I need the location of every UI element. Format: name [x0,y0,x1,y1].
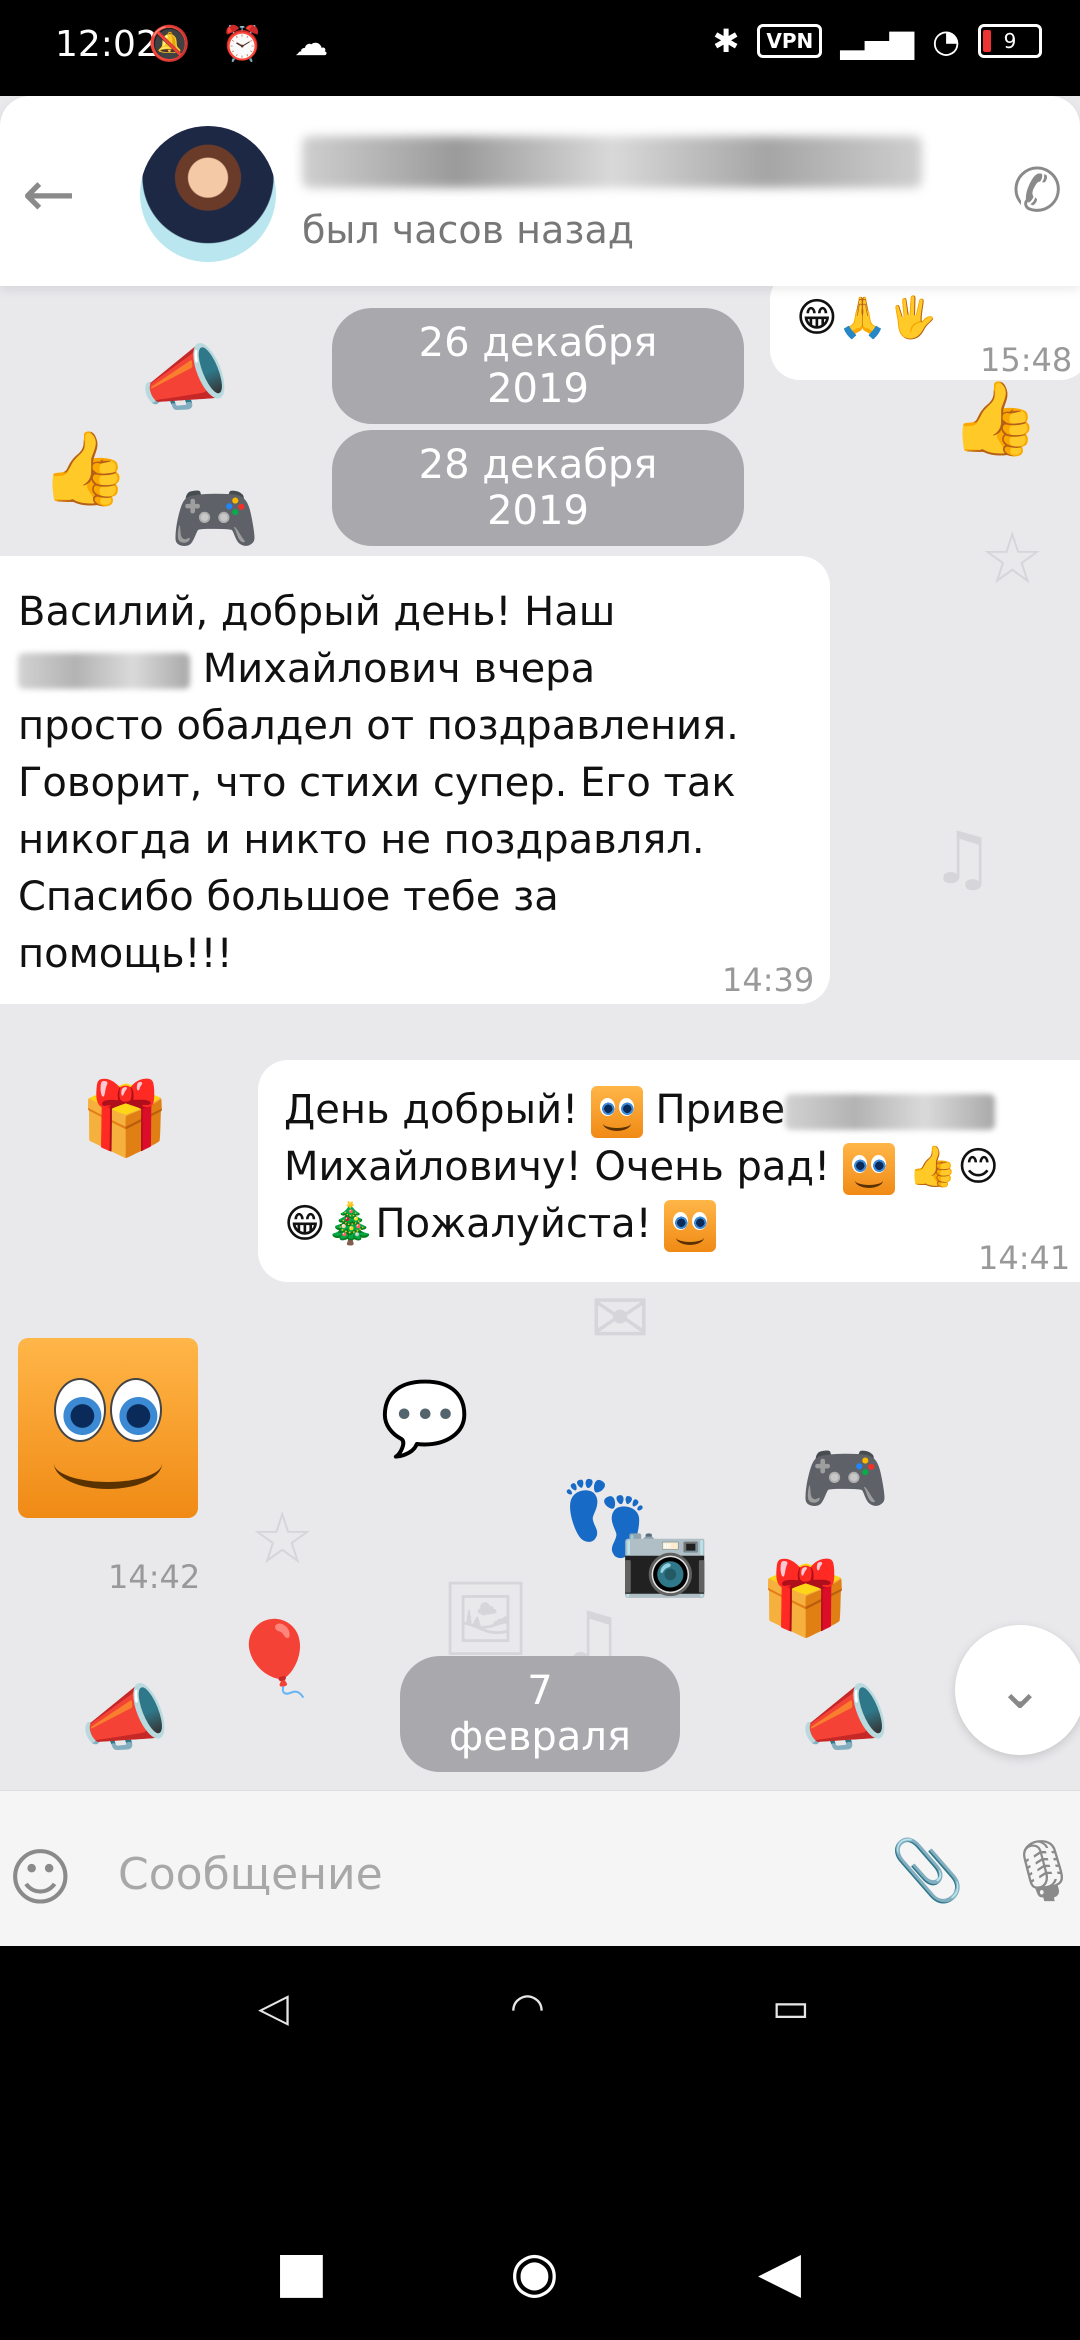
date-separator: 28 декабря 2019 [332,430,744,546]
contact-name-blurred[interactable] [302,136,922,188]
phone-icon[interactable]: ✆ [1012,156,1062,226]
arrow-left-icon[interactable]: ← [22,158,76,232]
status-time: 12:02 [55,24,159,65]
recents-button[interactable]: ■ [275,2240,328,2305]
message-text: 😁🎄Пожалуйста! [284,1201,652,1247]
message-bubble-incoming[interactable]: Василий, добрый день! Наш Михайлович вче… [0,556,830,1004]
message-time: 15:48 [980,341,1073,379]
message-line: никогда и никто не поздравлял. [18,817,705,863]
message-text: Михайловичу! Очень рад! [284,1144,831,1190]
last-seen-status: был часов назад [302,208,635,252]
date-separator: 7 февраля [400,1656,680,1772]
blurred-name [785,1094,996,1130]
wifi-icon: ◔ [932,22,960,60]
smiley-sticker-icon [842,1143,895,1195]
wallpaper-megaphone-icon: 📣 [800,1676,890,1760]
paperclip-icon[interactable]: 📎 [890,1835,965,1906]
message-line: 😁🎄Пожалуйста! [284,1196,1080,1253]
wallpaper-megaphone-icon: 📣 [80,1676,170,1760]
emoji-text: 👍😊 [907,1144,1000,1190]
wallpaper-star-icon: ☆ [250,1496,315,1580]
wallpaper-gift-icon: 🎁 [760,1556,850,1640]
ghost-back-icon: ◁ [258,1985,289,2031]
wallpaper-envelope-icon: ✉ [590,1276,651,1360]
smiley-icon[interactable]: ☺ [8,1841,73,1914]
battery-level: 9 [1003,29,1017,53]
blurred-name [18,653,190,689]
chat-header: ← был часов назад ✆ [0,96,1080,286]
wallpaper-gamepad-icon: 🎮 [170,476,260,560]
scroll-down-button[interactable]: ⌄ [955,1625,1080,1755]
message-line: просто обалдел от поздравления. [18,703,739,749]
message-bubble-outgoing-partial[interactable]: 😁🙏🖐 15:48 [770,270,1080,380]
message-text: Приве [655,1087,786,1133]
message-text: Михайлович вчера [202,646,596,692]
message-bubble-outgoing[interactable]: День добрый! Приве Михайловичу! Очень ра… [258,1060,1080,1282]
wallpaper-balloon-icon: 🎈 [230,1616,320,1700]
wallpaper-chat-icon: 💬 [380,1376,470,1460]
smiley-sticker-icon [664,1200,717,1252]
status-right-icons: ✱ VPN ▂▄▆ ◔ 9 [713,22,1042,60]
signal-icon: ▂▄▆ [840,22,915,60]
message-line: Спасибо большое тебе за [18,874,559,920]
reaction-emojis: 😁🙏🖐 [796,295,938,341]
microphone-icon[interactable]: 🎙 [1005,1835,1080,1906]
wallpaper-star-icon: ☆ [980,516,1045,600]
message-time: 14:39 [722,961,815,999]
message-line: Михайлович вчера [18,641,810,698]
message-time: 14:41 [978,1239,1071,1277]
wallpaper-thumb-icon: 👍 [40,426,130,510]
sticker-smiley-icon[interactable] [18,1338,198,1518]
date-separator: 26 декабря 2019 [332,308,744,424]
message-line: День добрый! Приве [284,1082,1080,1139]
wallpaper-camera-icon: 📷 [620,1516,710,1600]
wallpaper-gift-icon: 🎁 [80,1076,170,1160]
wallpaper-image-icon: 🖼 [440,1576,532,1660]
ghost-home-icon: ◠ [510,1985,545,2031]
avatar[interactable] [140,126,276,262]
smiley-sticker-icon [590,1086,643,1138]
home-button[interactable]: ◉ [510,2240,559,2305]
message-input[interactable] [116,1841,860,1907]
message-line: Михайловичу! Очень рад! 👍😊 [284,1139,1080,1196]
back-button[interactable]: ◀ [758,2240,801,2305]
wallpaper-note-icon: ♫ [930,816,995,900]
message-text: День добрый! [284,1087,579,1133]
chevron-down-icon: ⌄ [996,1657,1044,1722]
notification-icons: 🔕 ⏰ ☁ [148,24,339,64]
status-bar: 12:02 🔕 ⏰ ☁ ✱ VPN ▂▄▆ ◔ 9 [0,0,1080,96]
wallpaper-megaphone-icon: 📣 [140,336,230,420]
bluetooth-icon: ✱ [712,22,740,60]
message-line: Говорит, что стихи супер. Его так [18,760,736,806]
wallpaper-gamepad-icon: 🎮 [800,1436,890,1520]
message-line: помощь!!! [18,931,233,977]
ghost-recents-icon: ▭ [772,1985,810,2031]
message-line: Василий, добрый день! Наш [18,589,616,635]
battery-icon: 9 [978,24,1042,58]
message-composer: ☺ 📎 🎙 [0,1790,1080,1947]
vpn-badge: VPN [757,24,823,58]
message-time: 14:42 [108,1558,201,1596]
